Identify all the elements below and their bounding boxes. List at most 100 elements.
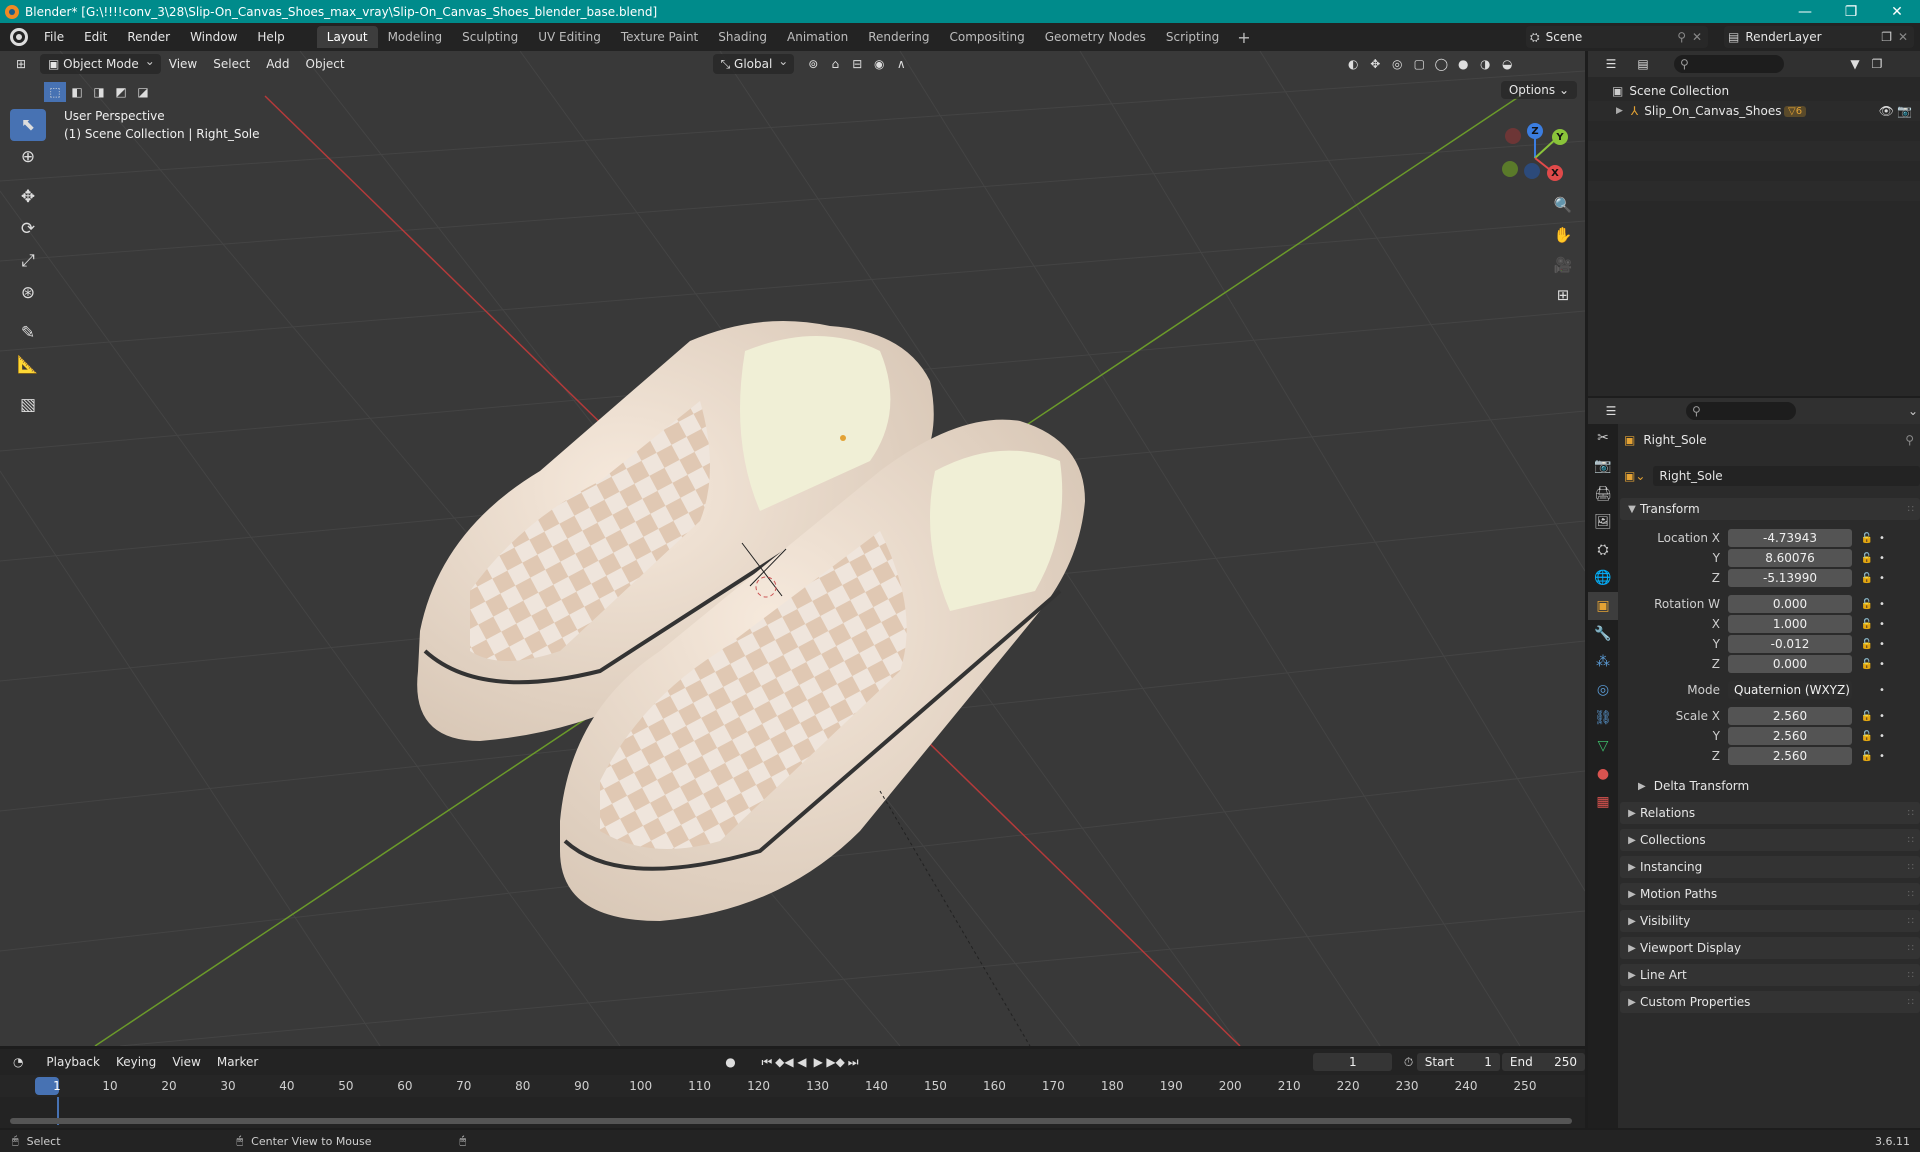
lock-icon[interactable]: 🔓 (1858, 553, 1876, 564)
lock-icon[interactable]: 🔓 (1858, 619, 1876, 630)
physics-tab-icon[interactable]: ◎ (1588, 676, 1618, 704)
add-workspace-icon[interactable]: + (1229, 28, 1258, 47)
particles-tab-icon[interactable]: ⁂ (1588, 648, 1618, 676)
pin-icon[interactable]: ⚲ (1677, 30, 1686, 44)
data-tab-icon[interactable]: ▽ (1588, 732, 1618, 760)
tab-geometry-nodes[interactable]: Geometry Nodes (1035, 26, 1156, 48)
timeline-editor-icon[interactable]: ◔ (10, 1052, 26, 1072)
tab-layout[interactable]: Layout (316, 26, 378, 48)
outliner-editor-icon[interactable]: ☰ (1600, 54, 1622, 74)
gizmo-toggle-icon[interactable]: ✥ (1364, 54, 1386, 74)
tab-uv-editing[interactable]: UV Editing (528, 26, 611, 48)
menu-window[interactable]: Window (180, 23, 247, 51)
drag-handle-icon[interactable]: ∷ (1908, 916, 1914, 927)
proportional-edit-icon[interactable]: ◉ (868, 54, 890, 74)
blender-menu-icon[interactable] (10, 28, 28, 46)
select-intersect-icon[interactable]: ◪ (132, 82, 154, 102)
tab-sculpting[interactable]: Sculpting (452, 26, 528, 48)
play-reverse-icon[interactable]: ◀ (794, 1052, 810, 1072)
gizmo-neg-x[interactable] (1505, 128, 1521, 144)
rotation-mode-dropdown[interactable]: Quaternion (WXYZ) ⌄ (1728, 681, 1852, 715)
lock-icon[interactable]: 🔓 (1858, 711, 1876, 722)
menu-file[interactable]: File (34, 23, 74, 51)
drag-handle-icon[interactable]: ∷ (1908, 504, 1914, 515)
delta-transform-subpanel[interactable]: ▶ Delta Transform (1620, 776, 1920, 796)
keyframe-dot-icon[interactable]: • (1876, 599, 1888, 610)
menu-select[interactable]: Select (205, 54, 258, 74)
object-tab-icon[interactable]: ▣ (1588, 592, 1618, 620)
lock-icon[interactable]: 🔓 (1858, 751, 1876, 762)
snap-target-icon[interactable]: ⊟ (846, 54, 868, 74)
tab-compositing[interactable]: Compositing (939, 26, 1034, 48)
display-mode-icon[interactable]: ▤ (1632, 54, 1654, 74)
orientation-dropdown[interactable]: ⤡ Global (712, 51, 795, 74)
expand-arrow-icon[interactable]: ▶ (1616, 106, 1623, 116)
xray-icon[interactable]: ▢ (1408, 54, 1430, 74)
next-keyframe-icon[interactable]: ▶◆ (826, 1052, 844, 1072)
mode-dropdown[interactable]: ▣ Object Mode (40, 51, 161, 74)
keyframe-dot-icon[interactable]: • (1876, 731, 1888, 742)
stopwatch-icon[interactable]: ⏱ (1400, 1052, 1416, 1072)
keyframe-dot-icon[interactable]: • (1876, 573, 1888, 584)
keyframe-dot-icon[interactable]: • (1876, 685, 1888, 696)
zoom-icon[interactable]: 🔍 (1550, 192, 1576, 218)
record-icon[interactable]: ● (722, 1052, 738, 1072)
select-extend-icon[interactable]: ◧ (66, 82, 88, 102)
options-button[interactable]: Options ⌄ (1500, 81, 1577, 99)
scale-y-field[interactable]: 2.560 (1728, 727, 1852, 745)
texture-tab-icon[interactable]: ▦ (1588, 788, 1618, 816)
gizmo-neg-z[interactable] (1524, 163, 1540, 179)
outliner-search-input[interactable]: ⚲ (1674, 55, 1784, 73)
add-cube-icon[interactable]: ▧ (10, 389, 46, 421)
render-tab-icon[interactable]: 📷 (1588, 452, 1618, 480)
timeline-scrollbar[interactable] (10, 1118, 1572, 1124)
timeline-ruler[interactable]: 1 10 20 30 40 50 60 70 80 90 100 110 120 130 140 150 160… (0, 1075, 1585, 1097)
cursor-icon[interactable]: ⊕ (10, 141, 46, 173)
measure-icon[interactable]: 📐 (10, 349, 46, 381)
layer-close-icon[interactable]: ✕ (1898, 30, 1908, 44)
keyframe-dot-icon[interactable]: • (1876, 619, 1888, 630)
gizmo-x[interactable]: X (1547, 165, 1563, 181)
viewport-display-panel-header[interactable]: ▶ Viewport Display ∷ (1620, 937, 1920, 959)
custom-properties-panel-header[interactable]: ▶ Custom Properties ∷ (1620, 991, 1920, 1013)
material-tab-icon[interactable]: ● (1588, 760, 1618, 788)
select-box-icon[interactable]: ⬉ (10, 109, 46, 141)
play-icon[interactable]: ▶ (810, 1052, 826, 1072)
rotate-icon[interactable]: ⟳ (10, 213, 46, 245)
menu-timeline-view[interactable]: View (164, 1052, 208, 1072)
collections-panel-header[interactable]: ▶ Collections ∷ (1620, 829, 1920, 851)
rotation-w-field[interactable]: 0.000 (1728, 595, 1852, 613)
datablock-icon[interactable]: ▣⌄ (1624, 469, 1645, 483)
output-tab-icon[interactable]: 🖨 (1588, 480, 1618, 508)
current-frame-field[interactable]: 1 (1313, 1053, 1393, 1071)
menu-marker[interactable]: Marker (209, 1052, 266, 1072)
tab-shading[interactable]: Shading (708, 26, 777, 48)
properties-options-icon[interactable]: ⌄ (1908, 404, 1918, 418)
keyframe-dot-icon[interactable]: • (1876, 659, 1888, 670)
jump-start-icon[interactable]: ⏮ (759, 1052, 775, 1072)
lock-icon[interactable]: 🔓 (1858, 533, 1876, 544)
keyframe-dot-icon[interactable]: • (1876, 533, 1888, 544)
select-new-icon[interactable]: ⬚ (44, 82, 66, 102)
menu-help[interactable]: Help (247, 23, 294, 51)
rotation-x-field[interactable]: 1.000 (1728, 615, 1852, 633)
drag-handle-icon[interactable]: ∷ (1908, 862, 1914, 873)
scene-close-icon[interactable]: ✕ (1692, 30, 1702, 44)
visibility-panel-header[interactable]: ▶ Visibility ∷ (1620, 910, 1920, 932)
menu-playback[interactable]: Playback ⌄ (38, 1052, 108, 1089)
transform-panel-header[interactable]: ▼ Transform ∷ (1620, 498, 1920, 520)
transform-icon[interactable]: ⊛ (10, 277, 46, 309)
lock-icon[interactable]: 🔓 (1858, 599, 1876, 610)
pivot-icon[interactable]: ⊚ (802, 54, 824, 74)
tab-rendering[interactable]: Rendering (858, 26, 939, 48)
material-shading-icon[interactable]: ◑ (1474, 54, 1496, 74)
drag-handle-icon[interactable]: ∷ (1908, 808, 1914, 819)
location-z-field[interactable]: -5.13990 (1728, 569, 1852, 587)
overlay-toggle-icon[interactable]: ◎ (1386, 54, 1408, 74)
keyframe-dot-icon[interactable]: • (1876, 639, 1888, 650)
world-tab-icon[interactable]: 🌐 (1588, 564, 1618, 592)
line-art-panel-header[interactable]: ▶ Line Art ∷ (1620, 964, 1920, 986)
relations-panel-header[interactable]: ▶ Relations ∷ (1620, 802, 1920, 824)
gizmo-y[interactable]: Y (1552, 129, 1568, 145)
tool-tab-icon[interactable]: ✂ (1588, 424, 1618, 452)
